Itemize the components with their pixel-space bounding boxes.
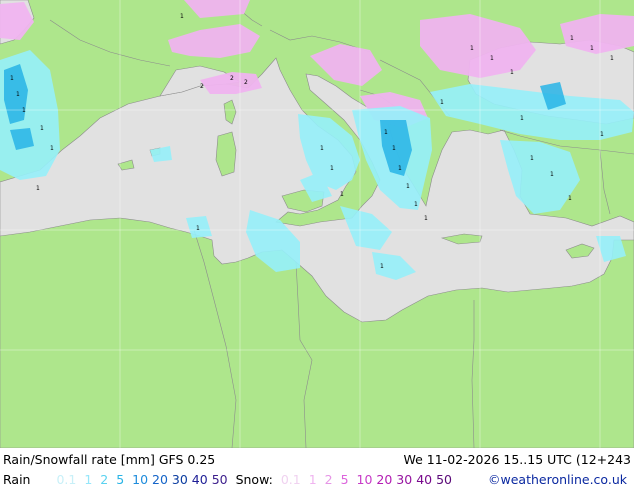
snow-legend-value: 5 <box>340 472 349 487</box>
legend-row: Rain 0.1 1 2 5 10 20 30 40 50 Snow: 0.1 … <box>3 471 631 489</box>
svg-text:1: 1 <box>568 195 572 202</box>
rain-legend-value: 0.1 <box>56 472 77 487</box>
svg-text:1: 1 <box>380 263 384 270</box>
title-row: Rain/Snowfall rate [mm] GFS 0.25 We 11-0… <box>3 451 631 469</box>
svg-text:1: 1 <box>570 35 574 42</box>
site-credit: ©weatheronline.co.uk <box>488 472 627 487</box>
rain-legend-label: Rain <box>3 472 31 487</box>
svg-text:2: 2 <box>200 83 204 90</box>
svg-text:1: 1 <box>384 129 388 136</box>
svg-text:1: 1 <box>36 185 40 192</box>
svg-text:1: 1 <box>50 145 54 152</box>
snow-legend-value: 1 <box>308 472 317 487</box>
svg-text:1: 1 <box>10 75 14 82</box>
svg-text:1: 1 <box>340 191 344 198</box>
rain-legend-value: 5 <box>116 472 125 487</box>
rain-legend-value: 40 <box>191 472 208 487</box>
snow-legend-value: 50 <box>436 472 452 487</box>
snow-legend-value: 40 <box>416 472 433 487</box>
svg-text:1: 1 <box>610 55 614 62</box>
svg-text:1: 1 <box>530 155 534 162</box>
svg-text:1: 1 <box>590 45 594 52</box>
svg-text:1: 1 <box>16 91 20 98</box>
map-title: Rain/Snowfall rate [mm] GFS 0.25 <box>3 452 216 467</box>
forecast-datetime: We 11-02-2026 15..15 UTC (12+243 <box>403 452 631 467</box>
svg-text:1: 1 <box>550 171 554 178</box>
snow-legend-label: Snow: <box>235 472 273 487</box>
svg-text:1: 1 <box>40 125 44 132</box>
svg-text:1: 1 <box>470 45 474 52</box>
svg-text:1: 1 <box>22 107 26 114</box>
svg-text:2: 2 <box>244 79 248 86</box>
rain-legend-value: 1 <box>84 472 93 487</box>
rain-legend-value: 50 <box>211 472 228 487</box>
svg-text:1: 1 <box>180 13 184 20</box>
svg-text:1: 1 <box>440 99 444 106</box>
rain-legend-value: 30 <box>171 472 188 487</box>
svg-text:1: 1 <box>320 145 324 152</box>
weather-map: 111 111 111 111 111 111 111 111 111 222 … <box>0 0 634 448</box>
rain-legend-value: 2 <box>100 472 109 487</box>
svg-text:1: 1 <box>424 215 428 222</box>
rain-legend-value: 20 <box>152 472 168 487</box>
svg-text:1: 1 <box>520 115 524 122</box>
snow-legend-value: 10 <box>356 472 373 487</box>
snow-legend-value: 20 <box>376 472 393 487</box>
svg-text:2: 2 <box>230 75 234 82</box>
svg-text:1: 1 <box>414 201 418 208</box>
svg-text:1: 1 <box>600 131 604 138</box>
svg-text:1: 1 <box>406 183 410 190</box>
svg-text:1: 1 <box>330 165 334 172</box>
svg-text:1: 1 <box>392 145 396 152</box>
snow-legend-value: 2 <box>324 472 333 487</box>
svg-text:1: 1 <box>196 225 200 232</box>
snow-legend-value: 0.1 <box>280 472 301 487</box>
map-footer: Rain/Snowfall rate [mm] GFS 0.25 We 11-0… <box>0 448 634 490</box>
snow-legend-value: 30 <box>396 472 413 487</box>
svg-text:1: 1 <box>490 55 494 62</box>
svg-text:1: 1 <box>398 165 402 172</box>
rain-legend-value: 10 <box>132 472 149 487</box>
svg-text:1: 1 <box>510 69 514 76</box>
